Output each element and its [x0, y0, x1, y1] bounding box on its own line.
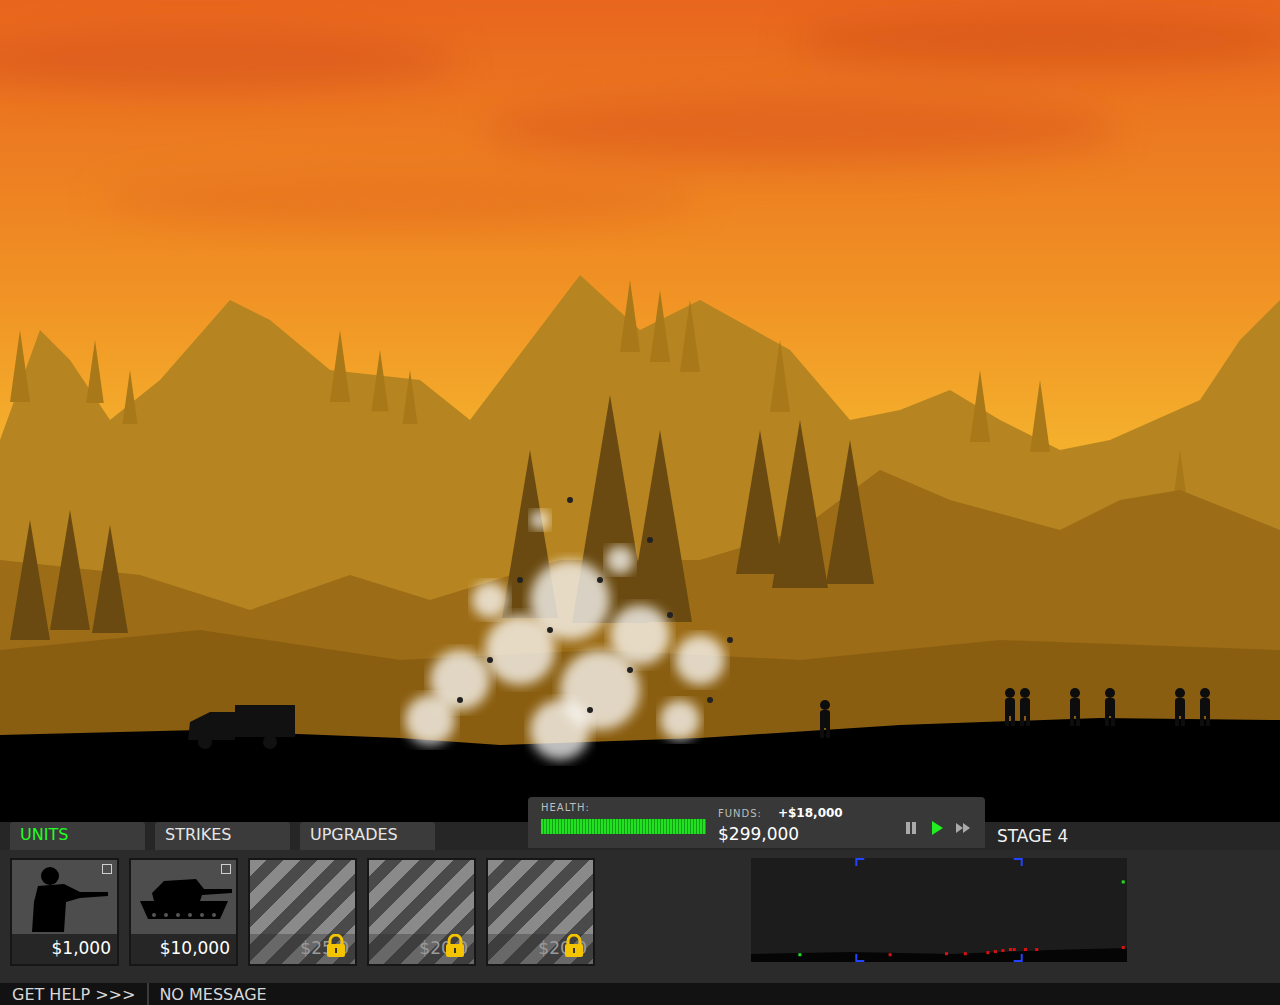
tree — [826, 440, 874, 584]
funds-value: $299,000 — [718, 824, 843, 844]
tree — [92, 525, 128, 633]
minimap-marker — [1001, 949, 1004, 952]
soldier[interactable] — [1175, 688, 1185, 726]
tree — [680, 300, 700, 372]
minimap-viewport — [856, 859, 1021, 961]
mid-hills — [0, 470, 1280, 797]
pause-icon[interactable] — [903, 820, 919, 836]
soldier[interactable] — [1070, 688, 1080, 726]
soldier[interactable] — [820, 700, 830, 738]
lock-icon — [563, 934, 585, 958]
minimap-marker — [798, 953, 801, 956]
message: NO MESSAGE — [149, 985, 266, 1004]
tree — [650, 290, 670, 362]
tab[interactable]: UNITS — [10, 822, 145, 850]
speed-controls — [903, 820, 971, 836]
tree — [772, 420, 828, 588]
tree — [86, 340, 104, 403]
tree — [330, 330, 350, 402]
message-bar: GET HELP >>>NO MESSAGE — [0, 983, 1280, 1005]
stage-label: STAGE 4 — [997, 826, 1068, 846]
funds-label: FUNDS: — [718, 808, 762, 819]
unit-price: $1,000 — [12, 934, 117, 964]
soldier[interactable] — [1105, 688, 1115, 726]
tree — [372, 350, 389, 411]
help-link[interactable]: GET HELP >>> — [0, 983, 149, 1005]
minimap-marker — [994, 950, 997, 953]
unit-card[interactable]: $25,0 — [248, 858, 357, 966]
unit-card[interactable]: $1,000 — [10, 858, 119, 966]
tree — [620, 280, 640, 352]
tree — [736, 430, 784, 574]
game-screen: UNITS STRIKES UPGRADES HEALTH: FUNDS: +$18,00… — [0, 0, 1280, 1005]
soldier[interactable] — [1005, 688, 1015, 726]
battlefield[interactable] — [0, 0, 1280, 797]
minimap-marker — [889, 953, 892, 956]
health-label: HEALTH: — [541, 802, 706, 813]
explosion — [405, 497, 733, 760]
build-area: $1,000$10,000$25,0$20,0$20,0 — [0, 850, 1280, 983]
health-bar — [541, 819, 706, 834]
minimap-marker — [945, 952, 948, 955]
minimap-marker — [1009, 948, 1012, 951]
truck — [188, 705, 295, 749]
sky — [0, 0, 1280, 797]
hotkey-box — [102, 864, 112, 874]
minimap-marker — [1122, 946, 1125, 949]
minimap-marker — [1122, 880, 1125, 883]
minimap[interactable] — [751, 858, 1127, 962]
toolbar: UNITS STRIKES UPGRADES HEALTH: FUNDS: +$18,00… — [0, 797, 1280, 850]
tree — [970, 370, 990, 442]
status-panel: HEALTH: FUNDS: +$18,000 $299,000 — [528, 797, 985, 848]
tab[interactable]: STRIKES — [155, 822, 290, 850]
unit-card[interactable]: $20,0 — [367, 858, 476, 966]
minimap-marker — [964, 952, 967, 955]
unit-card[interactable]: $10,000 — [129, 858, 238, 966]
lock-icon — [325, 934, 347, 958]
soldier-icon — [20, 862, 110, 932]
tank-icon — [134, 867, 234, 927]
soldier[interactable] — [1200, 688, 1210, 726]
hotkey-box — [221, 864, 231, 874]
tree — [10, 330, 30, 402]
minimap-marker — [1024, 948, 1027, 951]
tree — [628, 430, 692, 622]
tree — [123, 370, 138, 424]
unit-list: $1,000$10,000$25,0$20,0$20,0 — [10, 858, 595, 966]
minimap-marker — [1013, 948, 1016, 951]
soldier[interactable] — [1020, 688, 1030, 726]
tab[interactable]: UPGRADES — [300, 822, 435, 850]
clouds — [0, 12, 1280, 228]
far-mountains — [0, 275, 1280, 797]
unit-card[interactable]: $20,0 — [486, 858, 595, 966]
lock-icon — [444, 934, 466, 958]
tree — [50, 510, 90, 630]
unit-price: $10,000 — [131, 934, 236, 964]
tree — [1030, 380, 1050, 452]
tree — [403, 370, 418, 424]
tree — [770, 340, 790, 412]
funds-delta: +$18,000 — [778, 806, 843, 820]
minimap-marker — [1035, 948, 1038, 951]
tree — [10, 520, 50, 640]
minimap-marker — [986, 951, 989, 954]
tab-bar: UNITS STRIKES UPGRADES — [10, 822, 435, 850]
play-icon[interactable] — [929, 820, 945, 836]
fast-icon[interactable] — [955, 820, 971, 836]
